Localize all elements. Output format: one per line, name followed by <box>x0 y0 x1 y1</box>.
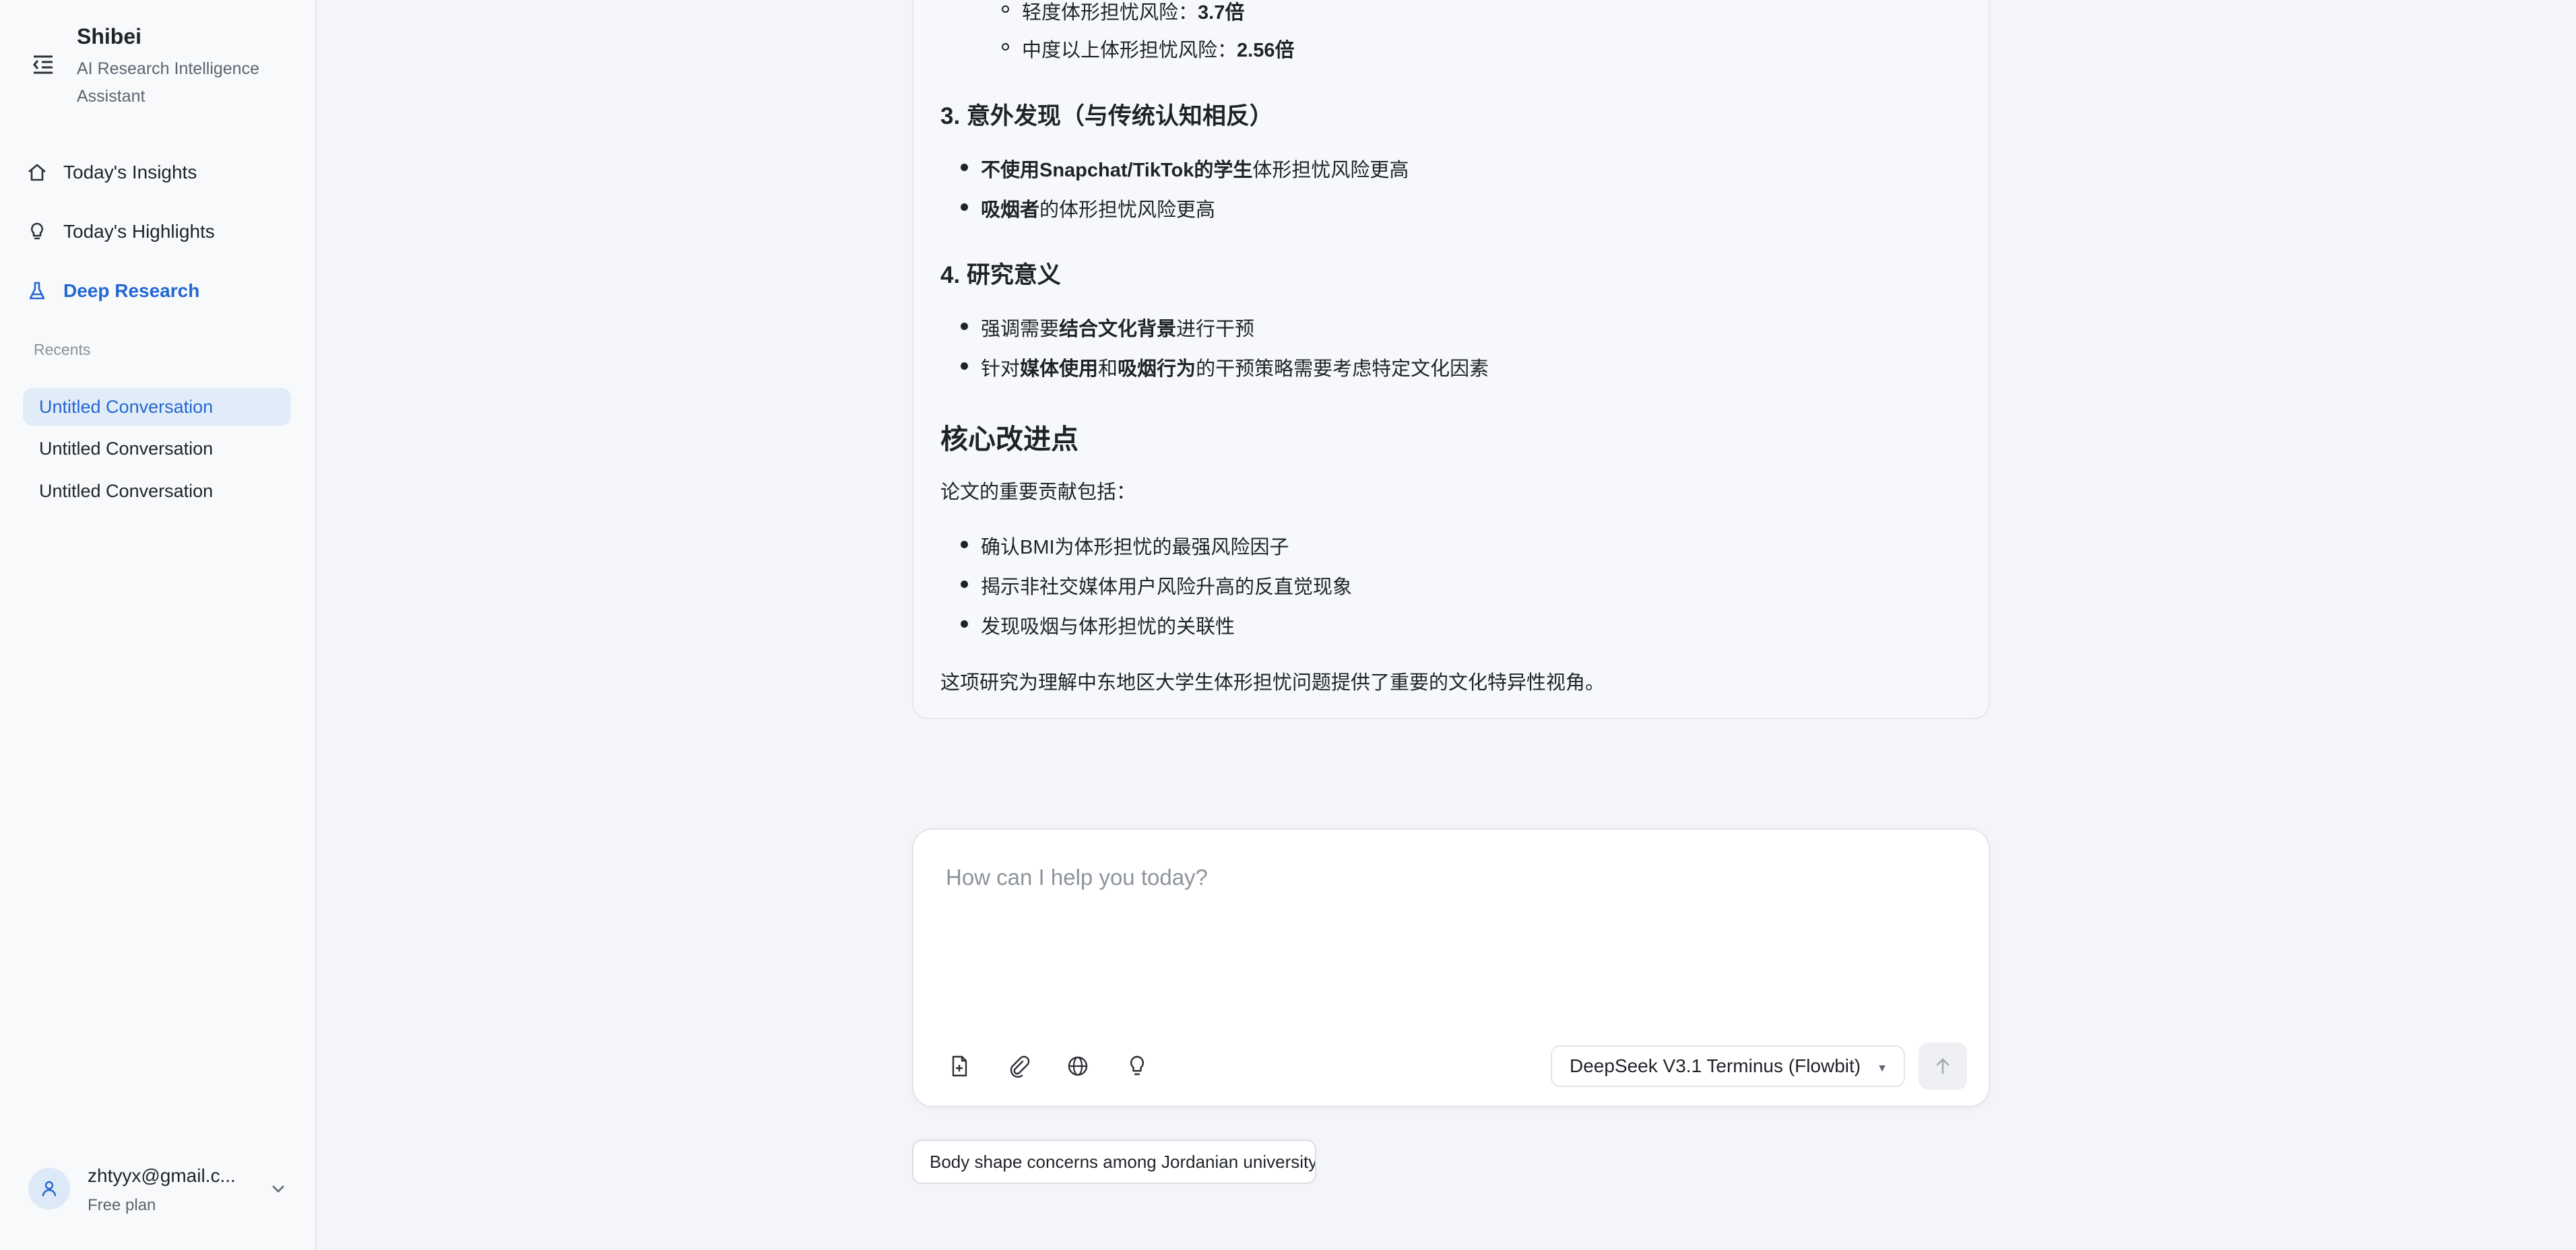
answer-text: 中度以上体形担忧风险：2.56倍 <box>1022 40 1295 61</box>
section-heading: 4. 研究意义 <box>940 262 1061 288</box>
message-input[interactable] <box>944 857 1958 898</box>
lightbulb-icon[interactable] <box>1120 1049 1154 1083</box>
brand-subtitle: AI Research Intelligence Assistant <box>77 59 259 106</box>
list-bullet <box>961 164 968 171</box>
nav-item-label: Today's Highlights <box>63 221 215 242</box>
file-plus-icon[interactable] <box>942 1049 976 1083</box>
answer-text: 发现吸烟与体形担忧的关联性 <box>981 616 1235 638</box>
answer-text: 强调需要结合文化背景进行干预 <box>981 319 1255 340</box>
lightbulb-icon <box>26 220 49 243</box>
globe-icon[interactable] <box>1061 1049 1095 1083</box>
sub-bullet <box>1002 5 1009 13</box>
send-button[interactable] <box>1919 1043 1967 1090</box>
sidebar: Shibei AI Research Intelligence Assistan… <box>0 0 317 1250</box>
home-icon <box>26 161 49 184</box>
sub-bullet <box>1002 43 1009 51</box>
model-selector[interactable]: DeepSeek V3.1 Terminus (Flowbit) ▼ <box>1551 1045 1905 1087</box>
recents-label: Recents <box>34 341 91 358</box>
arrow-up-icon <box>1936 1058 1950 1074</box>
answer-text: 确认BMI为体形担忧的最强风险因子 <box>981 537 1289 558</box>
user-plan: Free plan <box>88 1196 156 1214</box>
suggestion-chip[interactable]: Body shape concerns among Jordanian univ… <box>912 1140 1316 1184</box>
list-bullet <box>961 620 968 628</box>
avatar[interactable] <box>28 1168 70 1210</box>
paperclip-icon[interactable] <box>1002 1049 1035 1083</box>
answer-text: 吸烟者的体形担忧风险更高 <box>981 199 1216 221</box>
answer-text: 论文的重要贡献包括： <box>940 482 1136 503</box>
chevron-down-icon[interactable] <box>267 1177 290 1200</box>
answer-conclusion: 这项研究为理解中东地区大学生体形担忧问题提供了重要的文化特异性视角。 <box>940 672 1605 694</box>
collapse-sidebar-icon[interactable] <box>30 51 57 78</box>
list-bullet <box>961 362 968 370</box>
conversation-item[interactable]: Untitled Conversation <box>23 430 291 467</box>
user-email: zhtyyx@gmail.c... <box>88 1165 236 1186</box>
nav-item-todays-highlights[interactable]: Today's Highlights <box>26 211 215 252</box>
conversation-item[interactable]: Untitled Conversation <box>23 472 291 510</box>
list-bullet <box>961 203 968 211</box>
conversation-item[interactable]: Untitled Conversation <box>23 388 291 426</box>
section-heading: 3. 意外发现（与传统认知相反） <box>940 103 1273 129</box>
nav-item-todays-insights[interactable]: Today's Insights <box>26 152 197 193</box>
answer-text: 不使用Snapchat/TikTok的学生体形担忧风险更高 <box>981 160 1409 181</box>
list-bullet <box>961 581 968 588</box>
list-bullet <box>961 323 968 330</box>
model-selector-label: DeepSeek V3.1 Terminus (Flowbit) <box>1570 1055 1861 1076</box>
flask-icon <box>26 279 49 302</box>
answer-text: 针对媒体使用和吸烟行为的干预策略需要考虑特定文化因素 <box>981 358 1489 380</box>
nav-item-label: Today's Insights <box>63 162 197 183</box>
brand-title: Shibei <box>77 24 142 48</box>
list-bullet <box>961 541 968 548</box>
section-heading: 核心改进点 <box>940 424 1078 455</box>
nav-item-label: Deep Research <box>63 280 200 301</box>
nav-item-deep-research[interactable]: Deep Research <box>26 271 199 311</box>
answer-text: 轻度体形担忧风险：3.7倍 <box>1022 2 1245 24</box>
answer-text: 揭示非社交媒体用户风险升高的反直觉现象 <box>981 577 1353 598</box>
chevron-down-icon: ▼ <box>1877 1063 1888 1074</box>
